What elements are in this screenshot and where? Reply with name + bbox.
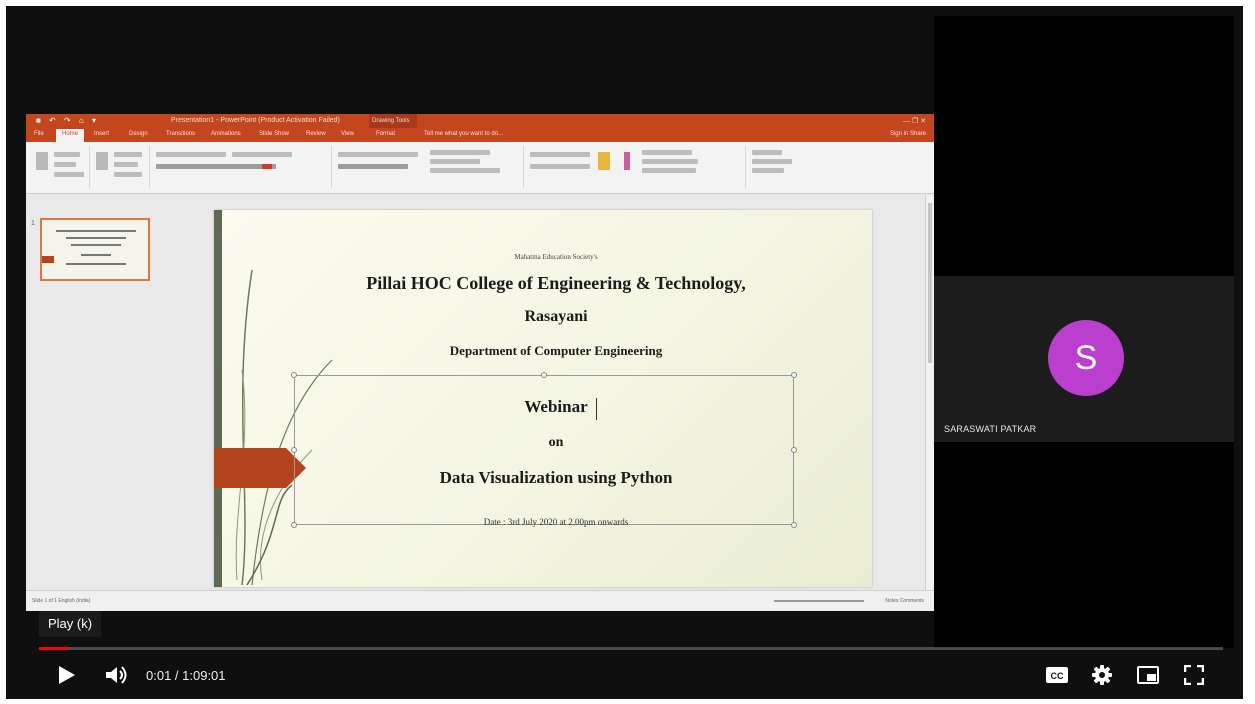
settings-icon: [1092, 665, 1112, 685]
tab-insert: Insert: [94, 131, 110, 137]
video-player[interactable]: ■ ↶ ↷ ⌂ ▾ Presentation1 - PowerPoint (Pr…: [6, 6, 1243, 699]
new-slide-icon: [96, 152, 108, 170]
ppt-ribbon: [26, 142, 934, 194]
ppt-vertical-scrollbar: [925, 195, 934, 590]
slide-thumbnail: 1: [31, 218, 150, 281]
slide-number: 1: [31, 220, 35, 227]
ppt-status-right: Notes Comments: [885, 598, 924, 604]
slide-accent-bar: [214, 210, 222, 587]
ribbon-group-drawing: [526, 146, 746, 188]
tab-home: Home: [56, 129, 85, 142]
tab-format: Format: [376, 131, 396, 137]
arrange-icon: [598, 152, 610, 170]
tab-design: Design: [129, 131, 148, 137]
subtitles-button[interactable]: CC: [1039, 658, 1075, 692]
current-slide: Mahatma Education Society's Pillai HOC C…: [214, 210, 872, 587]
slide-webinar: Webinar: [524, 397, 588, 416]
miniplayer-icon: [1137, 666, 1159, 684]
paste-icon: [36, 152, 48, 170]
shared-screen: ■ ↶ ↷ ⌂ ▾ Presentation1 - PowerPoint (Pr…: [26, 114, 934, 611]
avatar: S: [1048, 320, 1124, 396]
progress-played: [39, 647, 69, 650]
tab-animations: Animations: [211, 131, 241, 137]
slide-thumbnail-panel: 1: [26, 195, 166, 590]
fullscreen-icon: [1184, 665, 1204, 685]
play-tooltip: Play (k): [39, 611, 102, 637]
participant-tile-empty: [934, 16, 1234, 272]
tell-me-box: Tell me what you want to do...: [424, 131, 504, 137]
quick-access-toolbar: ■ ↶ ↷ ⌂ ▾: [36, 116, 99, 125]
slide-org: Mahatma Education Society's: [514, 253, 598, 261]
time-display: 0:01 / 1:09:01: [146, 668, 226, 683]
settings-button[interactable]: [1084, 658, 1120, 692]
volume-icon: [106, 666, 127, 684]
mute-button[interactable]: [100, 658, 134, 692]
ppt-title-bar: ■ ↶ ↷ ⌂ ▾ Presentation1 - PowerPoint (Pr…: [26, 114, 934, 128]
zoom-slider: [774, 600, 864, 602]
tab-transitions: Transitions: [166, 131, 196, 137]
ppt-status-left: Slide 1 of 1 English (India): [32, 598, 91, 604]
ppt-status-bar: Slide 1 of 1 English (India) Notes Comme…: [26, 590, 934, 611]
ribbon-group-editing: [748, 146, 808, 188]
arrow-decoration: [214, 448, 306, 488]
slide-city: Rasayani: [524, 308, 588, 325]
contextual-tab: Drawing Tools: [369, 114, 417, 128]
slide-college: Pillai HOC College of Engineering & Tech…: [366, 273, 746, 293]
sign-in-share: Sign in Share: [889, 131, 926, 137]
window-controls: — ❐ ✕: [902, 118, 926, 125]
player-controls: 0:01 / 1:09:01 CC: [6, 652, 1243, 696]
tab-view: View: [341, 131, 354, 137]
slide-department: Department of Computer Engineering: [449, 343, 663, 358]
participant-strip: S SARASWATI PATKAR: [934, 16, 1234, 648]
tab-slide-show: Slide Show: [259, 131, 290, 137]
slide-topic: Data Visualization using Python: [439, 468, 673, 487]
participant-name: SARASWATI PATKAR: [944, 424, 1037, 434]
participant-tile: S SARASWATI PATKAR: [934, 276, 1234, 442]
ribbon-group-paragraph: [334, 146, 524, 188]
slide-date: Date : 3rd July 2020 at 2.00pm onwards: [483, 517, 629, 527]
play-button[interactable]: [50, 658, 84, 692]
participant-tile-empty: [934, 446, 1234, 648]
ribbon-group-slides: [92, 146, 150, 188]
svg-text:CC: CC: [1051, 671, 1064, 681]
play-icon: [59, 666, 75, 684]
ribbon-group-clipboard: [30, 146, 90, 188]
progress-bar[interactable]: [39, 647, 1223, 650]
tab-review: Review: [306, 131, 326, 137]
ppt-ribbon-tabs: File Home Insert Design Transitions Anim…: [26, 128, 934, 142]
ribbon-group-font: [152, 146, 332, 188]
miniplayer-button[interactable]: [1130, 658, 1166, 692]
slide-on: on: [548, 435, 564, 450]
ppt-document-title: Presentation1 - PowerPoint (Product Acti…: [171, 117, 340, 124]
tab-file: File: [34, 131, 44, 137]
slide-editing-area: Mahatma Education Society's Pillai HOC C…: [166, 195, 934, 590]
subtitles-icon: CC: [1046, 667, 1068, 683]
quick-styles-icon: [624, 152, 630, 170]
fullscreen-button[interactable]: [1176, 658, 1212, 692]
